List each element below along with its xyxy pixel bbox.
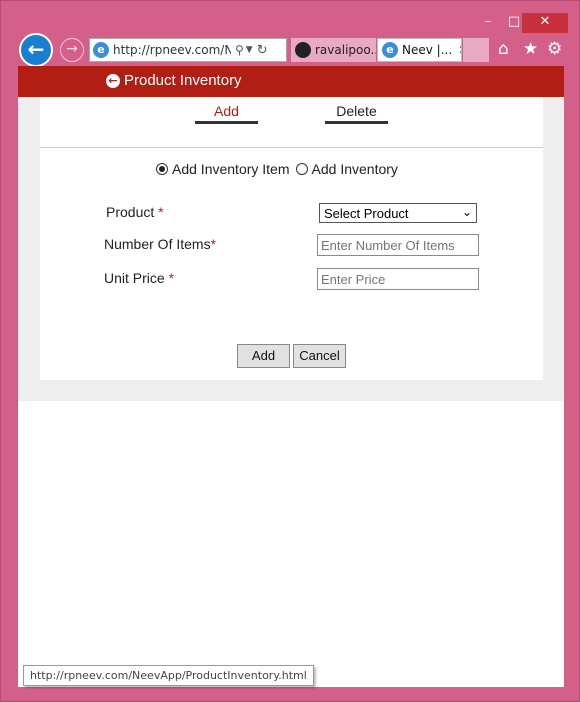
unit-price-input[interactable] (317, 268, 479, 290)
divider (40, 147, 543, 148)
radio-label[interactable]: Add Inventory (312, 161, 398, 177)
page-title-text: Product Inventory (124, 72, 242, 89)
price-label-text: Unit Price (104, 270, 165, 286)
items-label-text: Number Of Items (104, 236, 211, 252)
content-background: Add Delete Add Inventory Item Add Invent… (18, 97, 564, 401)
star-icon[interactable]: ★ (523, 39, 538, 59)
arrow-left-icon: ← (27, 37, 45, 61)
minimize-button[interactable]: – (475, 13, 501, 33)
product-label-text: Product (106, 204, 155, 220)
price-label: Unit Price * (104, 270, 174, 286)
radio-add-inventory[interactable] (295, 163, 308, 175)
close-window-button[interactable]: ✕ (522, 13, 568, 33)
product-label: Product * (106, 204, 164, 220)
tab-label: Neev |... (402, 43, 453, 57)
back-circle-icon[interactable]: ← (106, 73, 120, 88)
ie-icon: e (382, 42, 398, 58)
number-of-items-input[interactable] (317, 234, 479, 256)
github-icon (295, 42, 311, 58)
close-tab-icon[interactable]: ✕ (458, 43, 461, 57)
ie-icon: e (93, 42, 109, 58)
tab-label: ravalipoo... (315, 43, 376, 57)
items-label: Number Of Items* (104, 236, 216, 252)
home-icon[interactable]: ⌂ (498, 39, 509, 59)
arrow-right-icon: → (66, 41, 78, 57)
app-header: ← Product Inventory (18, 66, 564, 97)
address-bar[interactable]: e http://rpneev.com/Ne ⚲ ▼ ↻ (89, 38, 287, 62)
product-select-value: Select Product (324, 205, 409, 221)
required-mark: * (168, 270, 175, 286)
required-mark: * (210, 236, 217, 252)
add-button[interactable]: Add (237, 344, 290, 368)
tab-delete[interactable]: Delete (325, 103, 388, 124)
tab-neev[interactable]: e Neev |... ✕ (377, 38, 462, 62)
search-icon[interactable]: ⚲ (235, 43, 244, 57)
gear-icon[interactable]: ⚙ (547, 39, 562, 59)
cancel-button[interactable]: Cancel (293, 344, 346, 368)
tab-add[interactable]: Add (195, 103, 258, 124)
radio-add-inventory-item[interactable] (156, 163, 168, 175)
page-viewport: ← Product Inventory Add Delete Add Inven… (18, 66, 564, 687)
dropdown-icon[interactable]: ▼ (246, 45, 253, 55)
back-button[interactable]: ← (19, 33, 53, 67)
address-url[interactable]: http://rpneev.com/Ne (113, 43, 231, 57)
product-select[interactable]: Select Product ⌄ (319, 203, 477, 223)
radio-label[interactable]: Add Inventory Item (172, 161, 290, 177)
browser-window: – □ ✕ ← → e http://rpneev.com/Ne ⚲ ▼ ↻ r… (0, 0, 580, 702)
required-mark: * (158, 204, 164, 220)
chevron-down-icon: ⌄ (461, 205, 472, 219)
inventory-card: Add Delete Add Inventory Item Add Invent… (40, 97, 543, 380)
new-tab-button[interactable] (463, 38, 489, 62)
page-title[interactable]: ← Product Inventory (106, 72, 242, 89)
inventory-type-radio-group: Add Inventory Item Add Inventory (156, 161, 404, 177)
status-url-tooltip: http://rpneev.com/NeevApp/ProductInvento… (23, 665, 314, 686)
tab-github[interactable]: ravalipoo... (291, 38, 376, 62)
refresh-icon[interactable]: ↻ (257, 43, 268, 58)
forward-button[interactable]: → (60, 38, 84, 62)
